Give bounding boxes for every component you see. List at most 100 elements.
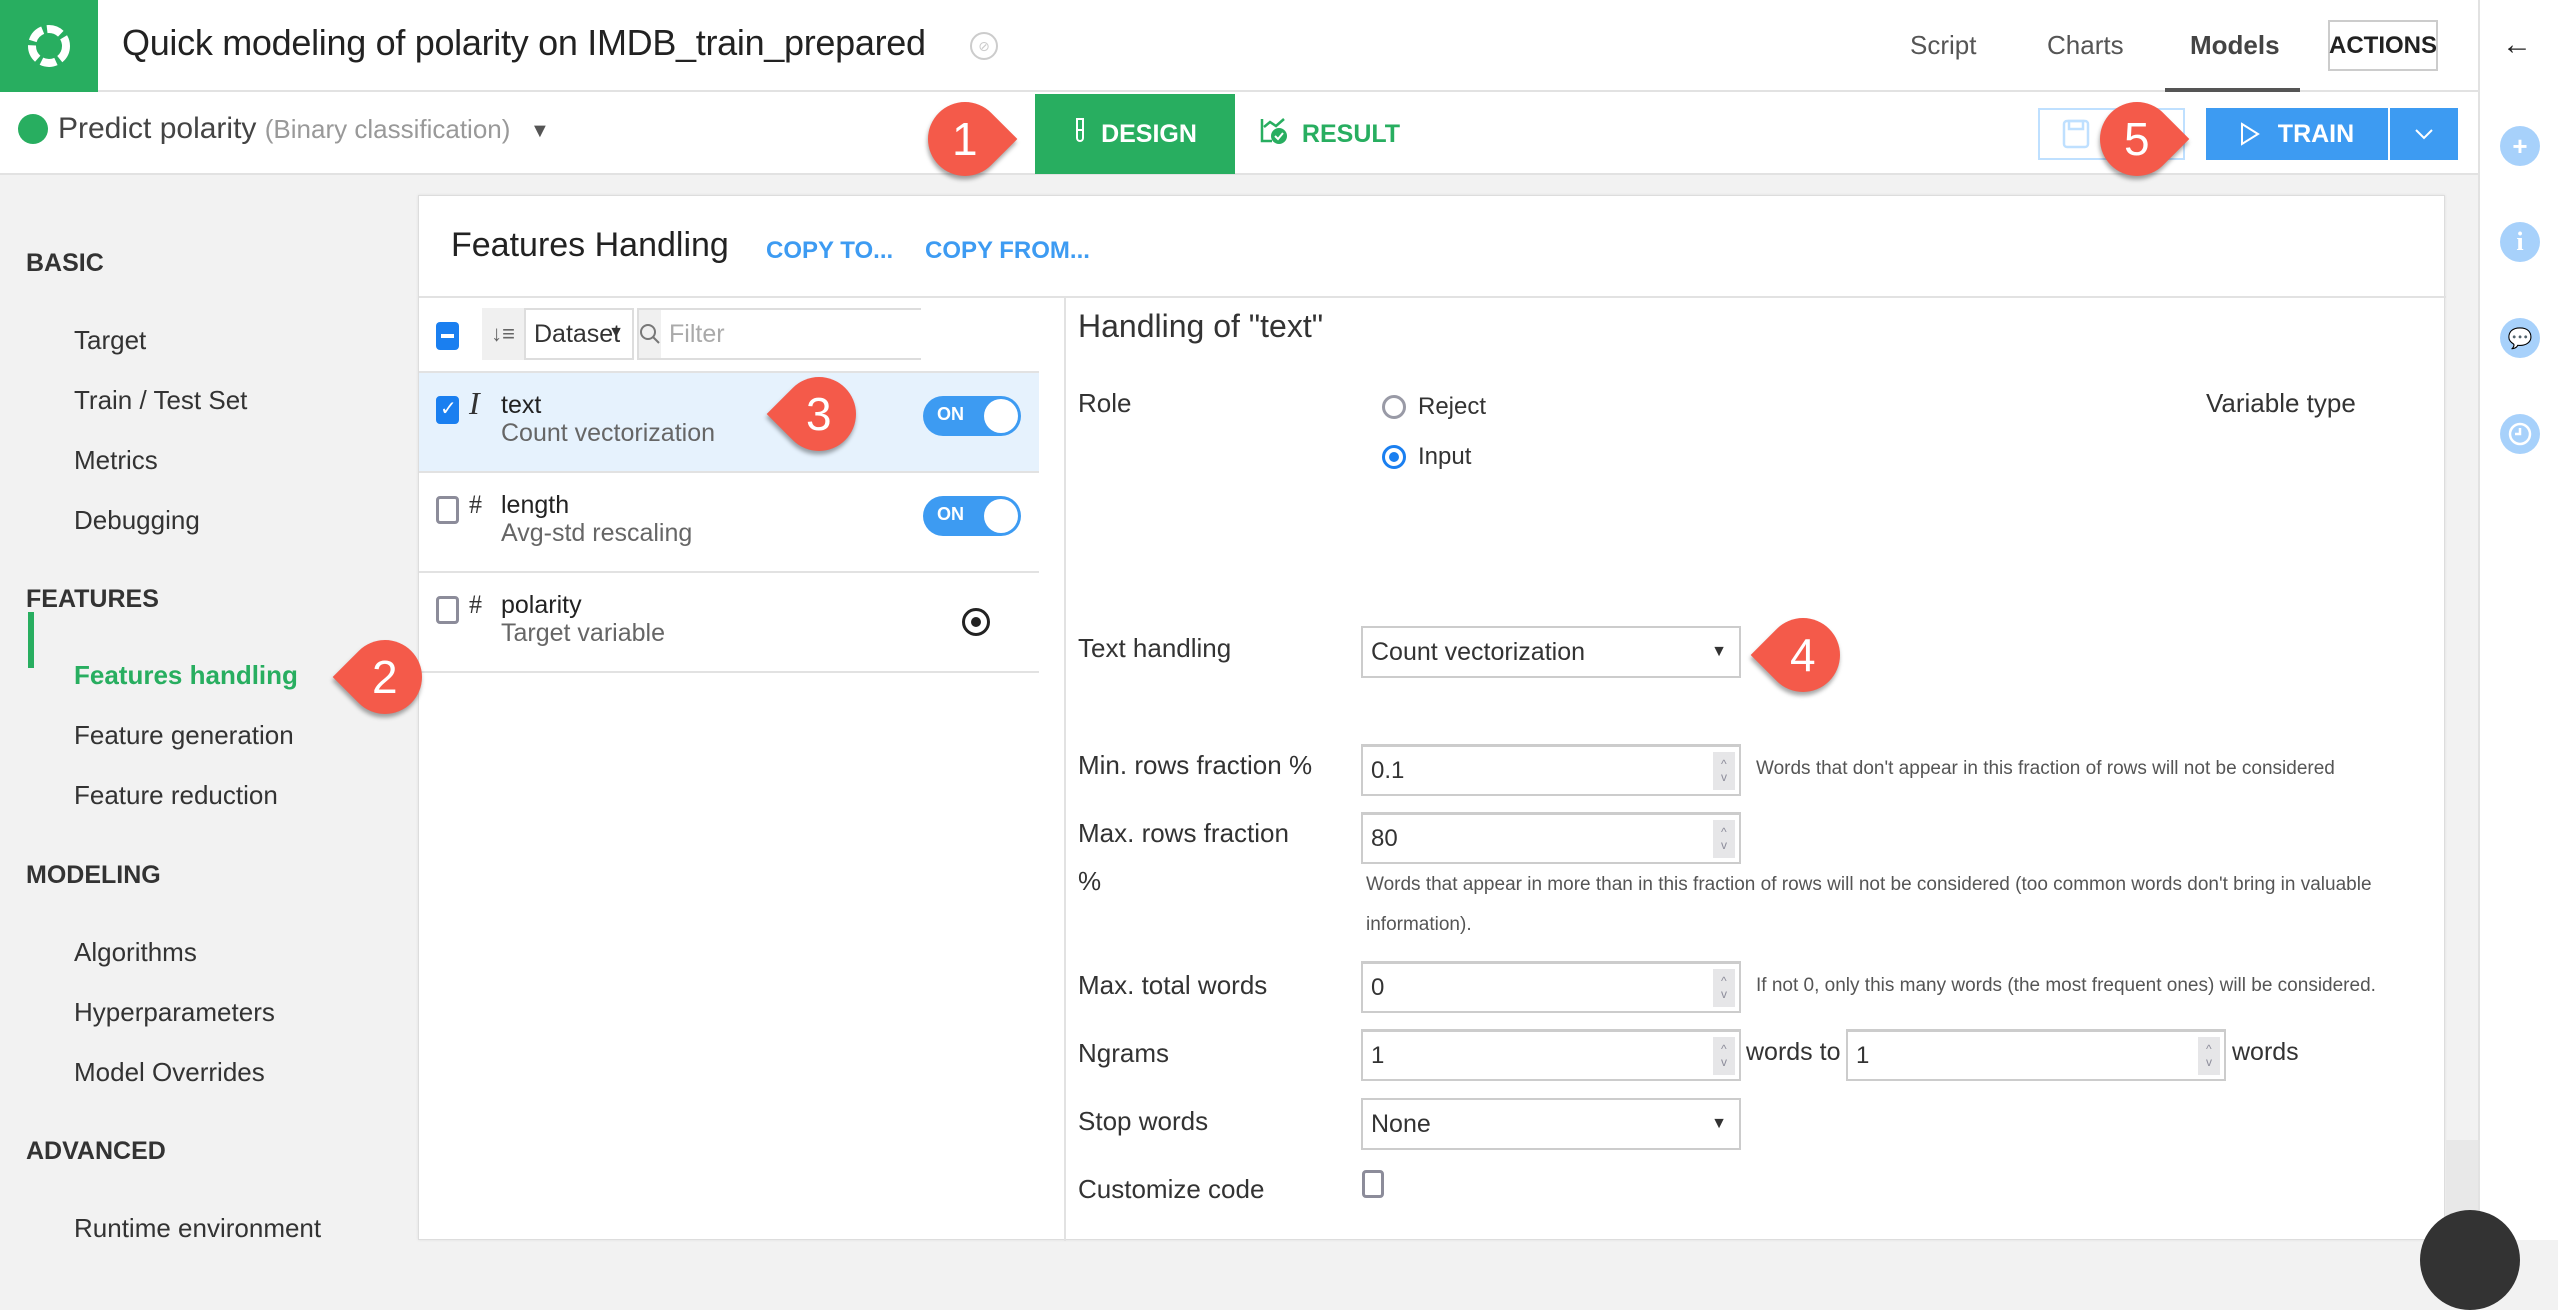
copy-to-link[interactable]: COPY TO... (766, 237, 893, 265)
min-rows-input[interactable]: 0.1 ^ v (1361, 744, 1741, 796)
ngrams-to-input[interactable]: 1 ^ v (1846, 1029, 2226, 1081)
back-arrow-icon[interactable]: ← (2502, 28, 2532, 62)
spinner-icon[interactable]: ^ v (1713, 752, 1735, 790)
min-rows-hint: Words that don't appear in this fraction… (1756, 758, 2335, 779)
max-words-input[interactable]: 0 ^ v (1361, 961, 1741, 1013)
train-dropdown-button[interactable] (2390, 108, 2458, 160)
detail-title: Handling of "text" (1078, 308, 1324, 344)
target-icon (962, 608, 990, 636)
sidebar-item-metrics[interactable]: Metrics (74, 445, 158, 476)
feature-handling: Count vectorization (501, 419, 716, 447)
chat-widget-button[interactable] (2420, 1210, 2520, 1310)
ngrams-mid-text: words to (1746, 1038, 1841, 1066)
actions-button[interactable]: ACTIONS (2328, 20, 2438, 71)
history-icon[interactable] (2500, 414, 2540, 454)
callout-number: 5 (2124, 113, 2150, 165)
callout-number: 3 (806, 388, 832, 440)
sidebar-section-features: FEATURES (26, 585, 159, 613)
spinner-icon[interactable]: ^ v (1713, 969, 1735, 1007)
ngrams-label: Ngrams (1078, 1038, 1170, 1068)
tag-icon[interactable]: ⊘ (970, 32, 998, 60)
callout-number: 2 (372, 651, 398, 703)
feature-name: text (501, 391, 542, 419)
nav-script[interactable]: Script (1910, 30, 1976, 61)
ngrams-from-input[interactable]: 1 ^ v (1361, 1029, 1741, 1081)
callout-number: 1 (952, 113, 978, 165)
sidebar-item-feature-generation[interactable]: Feature generation (74, 720, 294, 751)
train-button[interactable]: TRAIN (2206, 108, 2388, 160)
role-reject-radio[interactable]: Reject (1382, 393, 1486, 421)
sidebar-item-feature-reduction[interactable]: Feature reduction (74, 780, 278, 811)
sort-icon[interactable]: ↓≡ (482, 308, 524, 360)
select-all-checkbox[interactable] (436, 322, 459, 350)
sidebar-item-features-handling[interactable]: Features handling (74, 660, 298, 691)
plus-icon[interactable]: + (2500, 126, 2540, 166)
toggle-label: ON (937, 404, 964, 424)
feature-toggle[interactable]: ON (923, 496, 1021, 536)
max-words-label: Max. total words (1078, 970, 1268, 1000)
nav-charts[interactable]: Charts (2047, 30, 2124, 61)
ngrams-from-value: 1 (1371, 1041, 1385, 1069)
caret-down-icon[interactable]: ▼ (530, 120, 550, 143)
filter-box (637, 308, 991, 360)
feature-checkbox[interactable] (436, 596, 459, 624)
text-handling-select[interactable]: Count vectorization ▼ (1361, 626, 1741, 678)
customize-code-checkbox[interactable] (1362, 1170, 1384, 1198)
sidebar-active-indicator (28, 612, 34, 668)
feature-toggle[interactable]: ON (923, 396, 1021, 436)
feature-row-text[interactable]: I text Count vectorization ON (419, 373, 1039, 473)
right-rail: ← + i 💬 (2478, 0, 2558, 1240)
max-rows-input[interactable]: 80 ^ v (1361, 812, 1741, 864)
info-icon[interactable]: i (2500, 222, 2540, 262)
spinner-icon[interactable]: ^ v (2198, 1037, 2220, 1075)
toggle-knob (984, 399, 1018, 433)
scrollbar[interactable] (2446, 1140, 2478, 1220)
model-type: (Binary classification) (264, 114, 511, 144)
feature-name: length (501, 491, 570, 519)
nav-models[interactable]: Models (2190, 30, 2280, 61)
stopwords-value: None (1371, 1109, 1431, 1138)
panel-title: Features Handling (451, 226, 729, 264)
sidebar-item-algorithms[interactable]: Algorithms (74, 937, 197, 968)
feature-row-polarity[interactable]: # polarity Target variable (419, 573, 1039, 673)
sidebar-item-target[interactable]: Target (74, 325, 146, 356)
model-selector[interactable]: Predict polarity (Binary classification) (58, 112, 510, 146)
feature-detail: Handling of "text" Role Reject Input Var… (1066, 298, 2558, 1241)
tab-design[interactable]: DESIGN (1035, 94, 1235, 174)
callout-number: 4 (1790, 629, 1816, 681)
feature-handling: Target variable (501, 619, 665, 647)
max-rows-hint: Words that appear in more than in this f… (1366, 874, 2372, 895)
text-handling-value: Count vectorization (1371, 637, 1586, 666)
role-label: Role (1078, 388, 1132, 418)
discussions-icon[interactable]: 💬 (2500, 318, 2540, 358)
caret-down-icon: ▼ (1711, 1115, 1727, 1132)
toggle-knob (984, 499, 1018, 533)
top-bar: Quick modeling of polarity on IMDB_train… (0, 0, 2478, 92)
sidebar-item-train-test-set[interactable]: Train / Test Set (74, 385, 247, 416)
feature-checkbox[interactable] (436, 396, 459, 424)
variable-type-label: Variable type (2206, 388, 2356, 418)
sidebar-item-hyperparameters[interactable]: Hyperparameters (74, 997, 275, 1028)
filter-input[interactable] (661, 310, 991, 358)
chevron-down-icon (2415, 129, 2433, 140)
spinner-icon[interactable]: ^ v (1713, 1037, 1735, 1075)
tab-result[interactable]: RESULT (1235, 94, 1425, 174)
min-rows-label: Min. rows fraction % (1078, 750, 1313, 780)
copy-from-link[interactable]: COPY FROM... (925, 237, 1090, 265)
sidebar-item-model-overrides[interactable]: Model Overrides (74, 1057, 265, 1088)
feature-row-length[interactable]: # length Avg-std rescaling ON (419, 473, 1039, 573)
sidebar-item-runtime-environment[interactable]: Runtime environment (74, 1213, 321, 1244)
spinner-icon[interactable]: ^ v (1713, 820, 1735, 858)
role-input-radio[interactable]: Input (1382, 443, 1471, 471)
sort-select[interactable]: Dataset ▼ (524, 308, 634, 360)
sidebar-item-debugging[interactable]: Debugging (74, 505, 200, 536)
stopwords-select[interactable]: None ▼ (1361, 1098, 1741, 1150)
feature-checkbox[interactable] (436, 496, 459, 524)
dataiku-logo-icon[interactable] (0, 0, 98, 92)
feature-handling: Avg-std rescaling (501, 519, 693, 547)
text-type-icon: I (469, 385, 480, 421)
numeric-type-icon: # (469, 590, 482, 619)
radio-dot (1382, 395, 1406, 419)
caret-down-icon: ▼ (1711, 643, 1727, 660)
radio-label: Reject (1418, 393, 1487, 420)
